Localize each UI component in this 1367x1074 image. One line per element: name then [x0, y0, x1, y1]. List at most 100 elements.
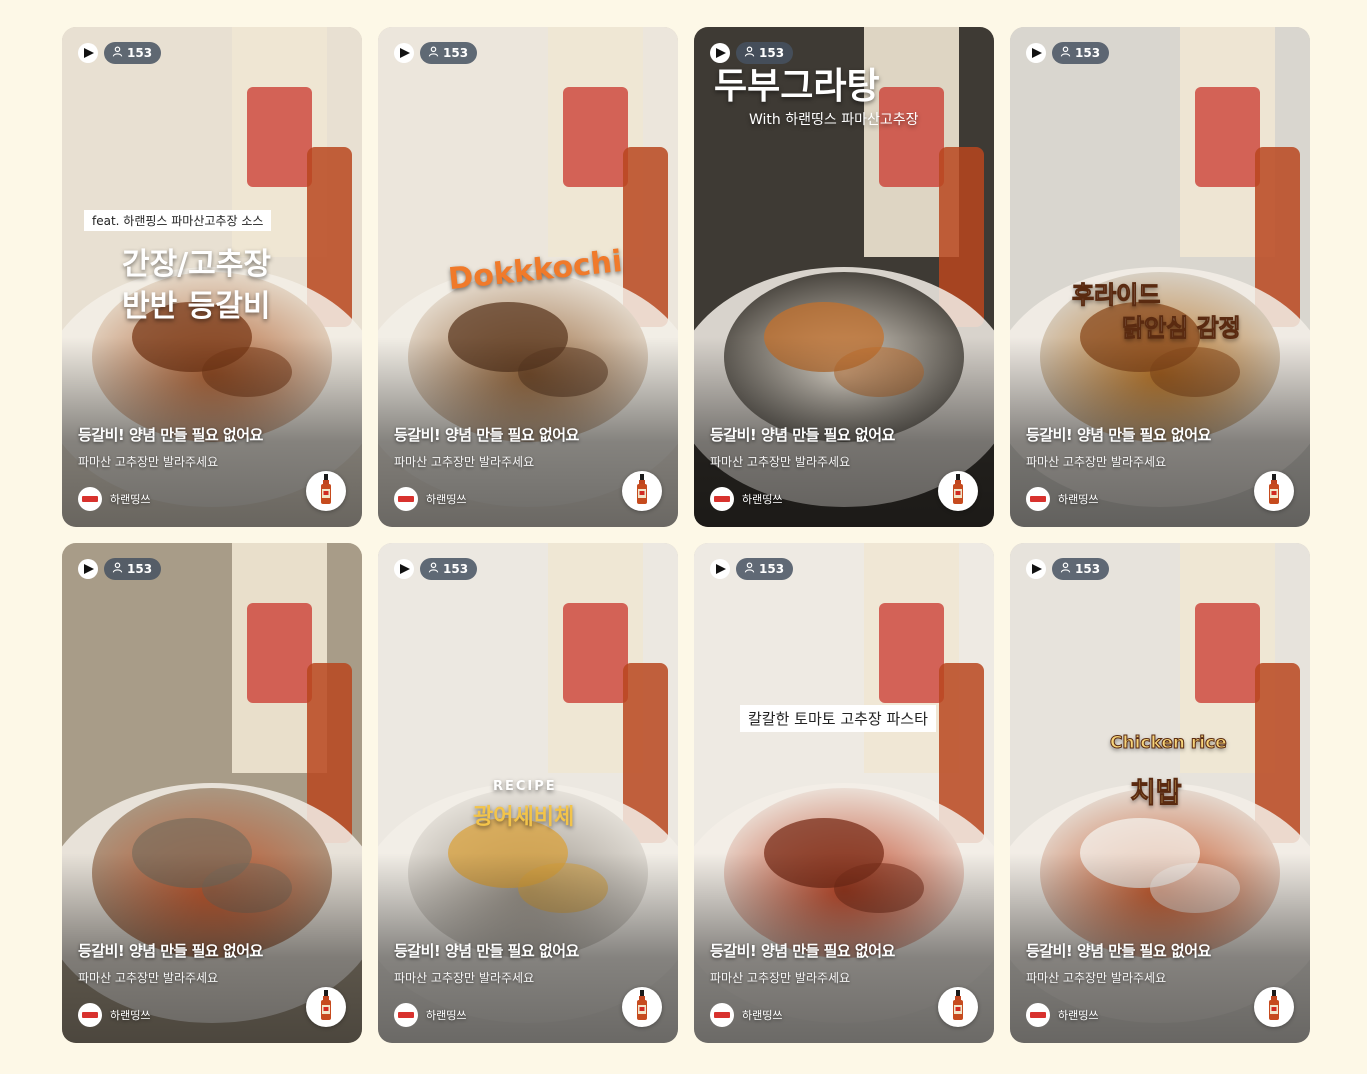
card-subtitle: 파마산 고추장만 발라주세요 — [1026, 971, 1167, 985]
user-icon — [1060, 562, 1071, 576]
card-caption: 등갈비! 양념 만들 필요 없어요 파마산 고추장만 발라주세요 — [710, 424, 978, 470]
product-thumbnail[interactable] — [622, 471, 662, 511]
brand-row[interactable]: 하랜띵쓰 — [394, 487, 466, 511]
user-icon — [744, 562, 755, 576]
product-thumbnail[interactable] — [1254, 987, 1294, 1027]
brand-logo-icon — [710, 1003, 734, 1027]
video-card[interactable]: Dokkkochi 153 등갈비! 양념 만들 필요 없어요 파마산 고추장만… — [378, 27, 678, 527]
brand-logo-icon — [394, 487, 418, 511]
brand-logo-icon — [1026, 487, 1050, 511]
card-caption: 등갈비! 양념 만들 필요 없어요 파마산 고추장만 발라주세요 — [710, 940, 978, 986]
view-count: 153 — [127, 562, 153, 576]
play-icon[interactable] — [710, 559, 730, 579]
brand-name: 하랜띵쓰 — [426, 493, 467, 506]
view-count-badge: 153 — [1052, 558, 1110, 580]
video-card[interactable]: 153 등갈비! 양념 만들 필요 없어요 파마산 고추장만 발라주세요 하랜띵… — [62, 543, 362, 1043]
view-count-badge: 153 — [420, 42, 478, 64]
card-header: 153 — [710, 558, 794, 580]
play-icon[interactable] — [710, 43, 730, 63]
brand-name: 하랜띵쓰 — [426, 1009, 467, 1022]
brand-name: 하랜띵쓰 — [110, 493, 151, 506]
brand-name: 하랜띵쓰 — [110, 1009, 151, 1022]
view-count-badge: 153 — [736, 558, 794, 580]
product-thumbnail[interactable] — [306, 471, 346, 511]
card-title: 등갈비! 양념 만들 필요 없어요 — [710, 942, 895, 960]
brand-logo-icon — [78, 1003, 102, 1027]
brand-name: 하랜띵쓰 — [742, 1009, 783, 1022]
video-card[interactable]: 후라이드 닭안심 감정 153 등갈비! 양념 만들 필요 없어요 파마산 고추장… — [1010, 27, 1310, 527]
user-icon — [744, 46, 755, 60]
play-icon[interactable] — [1026, 43, 1046, 63]
card-caption: 등갈비! 양념 만들 필요 없어요 파마산 고추장만 발라주세요 — [78, 940, 346, 986]
overlay-text: 반반 등갈비 — [122, 289, 271, 324]
brand-row[interactable]: 하랜띵쓰 — [710, 1003, 782, 1027]
view-count: 153 — [759, 46, 785, 60]
card-title: 등갈비! 양념 만들 필요 없어요 — [78, 942, 263, 960]
user-icon — [428, 46, 439, 60]
view-count: 153 — [443, 46, 469, 60]
product-thumbnail[interactable] — [622, 987, 662, 1027]
video-card[interactable]: 칼칼한 토마토 고추장 파스타 153 등갈비! 양념 만들 필요 없어요 파마… — [694, 543, 994, 1043]
overlay-text: With 하랜띵스 파마산고추장 — [749, 112, 919, 128]
brand-row[interactable]: 하랜띵쓰 — [78, 1003, 150, 1027]
card-title: 등갈비! 양념 만들 필요 없어요 — [394, 426, 579, 444]
view-count-badge: 153 — [736, 42, 794, 64]
product-thumbnail[interactable] — [1254, 471, 1294, 511]
card-subtitle: 파마산 고추장만 발라주세요 — [710, 455, 851, 469]
brand-row[interactable]: 하랜띵쓰 — [394, 1003, 466, 1027]
view-count-badge: 153 — [104, 558, 162, 580]
card-header: 153 — [1026, 42, 1110, 64]
hot-sauce-bottle-icon — [1266, 474, 1282, 508]
hot-sauce-bottle-icon — [1266, 990, 1282, 1024]
play-icon[interactable] — [394, 559, 414, 579]
video-card-grid: feat. 하랜핑스 파마산고추장 소스 간장/고추장 반반 등갈비 153 등갈비… — [62, 27, 1310, 1043]
product-thumbnail[interactable] — [306, 987, 346, 1027]
view-count: 153 — [1075, 46, 1101, 60]
card-header: 153 — [394, 558, 478, 580]
card-subtitle: 파마산 고추장만 발라주세요 — [394, 455, 535, 469]
brand-logo-icon — [394, 1003, 418, 1027]
card-title: 등갈비! 양념 만들 필요 없어요 — [394, 942, 579, 960]
overlay-text: RECIPE — [493, 779, 557, 794]
card-header: 153 — [710, 42, 794, 64]
play-icon[interactable] — [78, 43, 98, 63]
card-subtitle: 파마산 고추장만 발라주세요 — [78, 455, 219, 469]
card-subtitle: 파마산 고추장만 발라주세요 — [78, 971, 219, 985]
view-count: 153 — [127, 46, 153, 60]
user-icon — [1060, 46, 1071, 60]
product-thumbnail[interactable] — [938, 471, 978, 511]
hot-sauce-bottle-icon — [950, 990, 966, 1024]
overlay-text: 두부그라탕 — [714, 66, 880, 107]
card-subtitle: 파마산 고추장만 발라주세요 — [394, 971, 535, 985]
card-caption: 등갈비! 양념 만들 필요 없어요 파마산 고추장만 발라주세요 — [78, 424, 346, 470]
card-title: 등갈비! 양념 만들 필요 없어요 — [78, 426, 263, 444]
hot-sauce-bottle-icon — [634, 474, 650, 508]
overlay-text: 간장/고추장 — [122, 247, 271, 282]
brand-row[interactable]: 하랜띵쓰 — [710, 487, 782, 511]
overlay-text: 광어세비체 — [473, 805, 575, 830]
video-card[interactable]: feat. 하랜핑스 파마산고추장 소스 간장/고추장 반반 등갈비 153 등갈비… — [62, 27, 362, 527]
card-caption: 등갈비! 양념 만들 필요 없어요 파마산 고추장만 발라주세요 — [394, 940, 662, 986]
hot-sauce-bottle-icon — [318, 990, 334, 1024]
video-card[interactable]: 두부그라탕 With 하랜띵스 파마산고추장 153 등갈비! 양념 만들 필요 … — [694, 27, 994, 527]
play-icon[interactable] — [394, 43, 414, 63]
brand-row[interactable]: 하랜띵쓰 — [1026, 1003, 1098, 1027]
card-header: 153 — [78, 558, 162, 580]
view-count: 153 — [759, 562, 785, 576]
card-header: 153 — [394, 42, 478, 64]
card-header: 153 — [1026, 558, 1110, 580]
card-title: 등갈비! 양념 만들 필요 없어요 — [710, 426, 895, 444]
card-subtitle: 파마산 고추장만 발라주세요 — [1026, 455, 1167, 469]
product-thumbnail[interactable] — [938, 987, 978, 1027]
video-card[interactable]: Chicken rice 치밥 153 등갈비! 양념 만들 필요 없어요 파마산… — [1010, 543, 1310, 1043]
brand-row[interactable]: 하랜띵쓰 — [78, 487, 150, 511]
play-icon[interactable] — [78, 559, 98, 579]
play-icon[interactable] — [1026, 559, 1046, 579]
hot-sauce-bottle-icon — [634, 990, 650, 1024]
view-count: 153 — [1075, 562, 1101, 576]
view-count-badge: 153 — [1052, 42, 1110, 64]
view-count-badge: 153 — [420, 558, 478, 580]
video-card[interactable]: RECIPE 광어세비체 153 등갈비! 양념 만들 필요 없어요 파마산 고추… — [378, 543, 678, 1043]
brand-row[interactable]: 하랜띵쓰 — [1026, 487, 1098, 511]
overlay-text: 칼칼한 토마토 고추장 파스타 — [740, 705, 936, 732]
